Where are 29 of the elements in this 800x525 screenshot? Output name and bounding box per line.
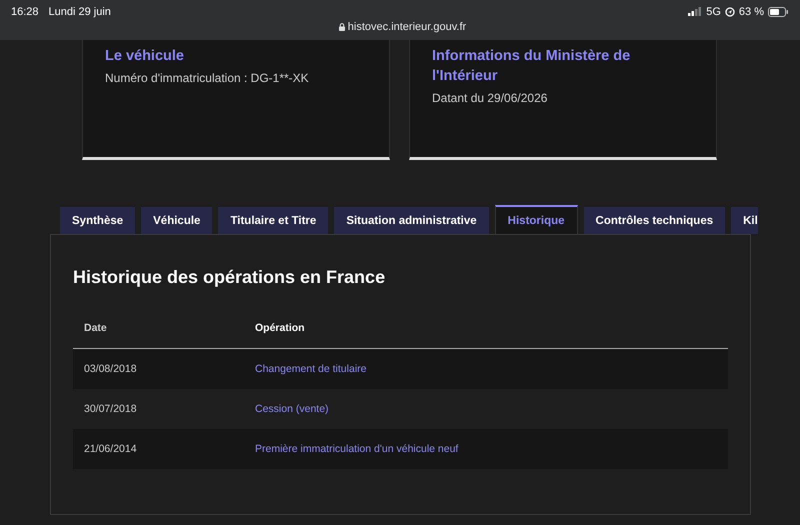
location-lock-icon	[724, 6, 735, 16]
signal-icon	[688, 7, 702, 16]
card-text: Numéro d'immatriculation : DG-1**-XK	[105, 71, 310, 85]
tab[interactable]: Situation administrative	[334, 207, 489, 234]
tab[interactable]: Titulaire et Titre	[218, 207, 328, 234]
lock-icon	[338, 23, 345, 31]
operation-link[interactable]: Changement de titulaire	[255, 363, 366, 375]
tab[interactable]: Synthèse	[60, 207, 136, 234]
tab[interactable]: Historique	[494, 205, 578, 234]
tab[interactable]: Contrôles techniques	[584, 207, 726, 234]
operation-link[interactable]: Cession (vente)	[255, 403, 329, 415]
card-text: Datant du 29/06/2026	[432, 91, 548, 105]
date-cell: 21/06/2014	[84, 443, 137, 455]
card-title: Le véhicule	[105, 47, 185, 66]
card-title: Informations du Ministère de l'Intérieur	[432, 47, 632, 86]
date-text: Lundi 29 juin	[48, 6, 111, 18]
tab[interactable]: Kil	[731, 207, 758, 234]
tab[interactable]: Véhicule	[141, 207, 212, 234]
battery-level: 63 %	[738, 6, 764, 18]
network-label: 5G	[706, 6, 721, 18]
date-cell: 30/07/2018	[84, 403, 137, 415]
section-title: Historique des opérations en France	[73, 267, 386, 288]
clock-time: 16:28	[11, 6, 39, 18]
battery-icon	[768, 6, 788, 16]
address-url[interactable]: histovec.interieur.gouv.fr	[348, 21, 466, 33]
column-header: Date	[83, 322, 108, 334]
operation-link[interactable]: Première immatriculation d'un véhicule neuf	[255, 443, 458, 455]
column-header: Opération	[255, 322, 306, 334]
date-cell: 03/08/2018	[84, 363, 137, 375]
